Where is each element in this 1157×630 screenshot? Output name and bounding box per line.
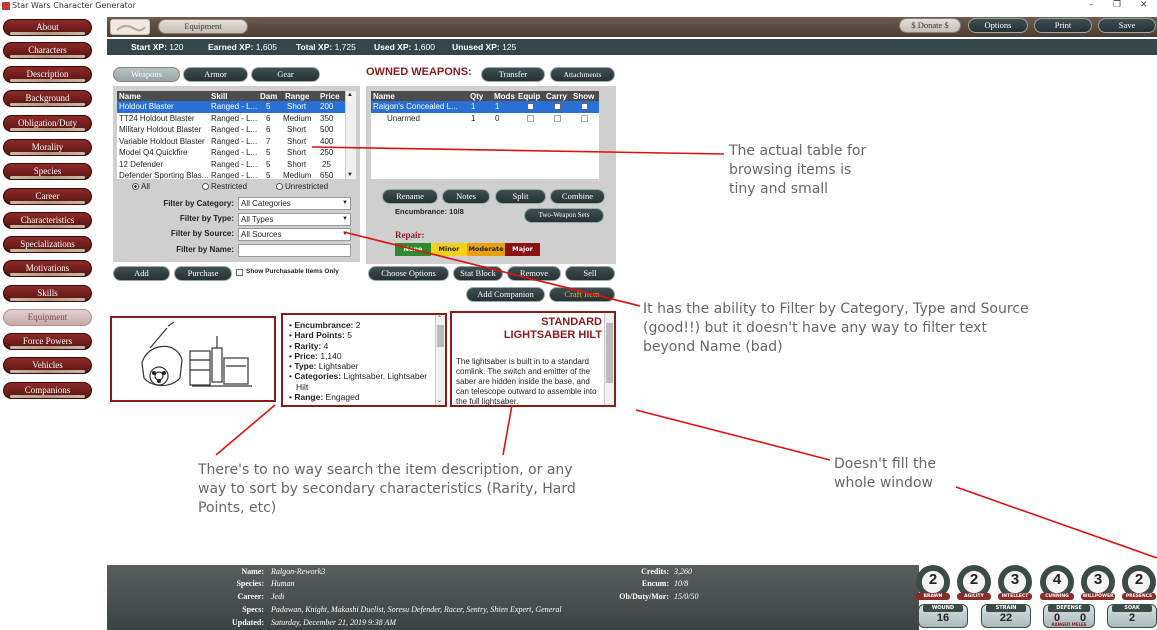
name-label: Name: xyxy=(241,567,264,576)
specs-label: Specs: xyxy=(242,605,264,614)
defense-values: DEFENSE 0 0 RANGED MELEE xyxy=(1043,604,1095,628)
stat-cunning: 4 CUNNING xyxy=(1040,565,1074,600)
stat-agility: 2 AGILITY xyxy=(957,565,991,600)
arrow-tiny-table xyxy=(311,146,725,155)
soak-value: SOAK 2 xyxy=(1107,604,1157,628)
arrow-window-bottom xyxy=(955,486,1157,559)
defense-sublabel: RANGED MELEE xyxy=(1051,622,1087,627)
credits-label: Credits: xyxy=(641,567,669,576)
stat-willpower: 3 WILLPOWER xyxy=(1081,565,1115,600)
character-credits: 3,260 xyxy=(674,567,692,576)
career-label: Career: xyxy=(237,592,265,601)
character-summary-bar: Name: Ralgon-Rework3 Species: Human Care… xyxy=(107,565,919,630)
wound-threshold: WOUND 16 xyxy=(918,604,968,628)
character-species: Human xyxy=(271,579,295,588)
arrow-window-top xyxy=(635,409,831,461)
stat-intellect: 3 INTELLECT xyxy=(998,565,1032,600)
character-obduty: 15/0/50 xyxy=(674,592,699,601)
character-specs: Padawan, Knight, Makashi Duelist, Soresu… xyxy=(271,605,562,614)
stat-presence: 2 PRESENCE xyxy=(1122,565,1156,600)
annotation-arrows xyxy=(215,146,1157,559)
character-encum: 10/8 xyxy=(674,579,689,588)
strain-threshold: STRAIN 22 xyxy=(981,604,1031,628)
character-career: Jedi xyxy=(271,592,285,601)
character-updated: Saturday, December 21, 2019 9:38 AM xyxy=(271,618,397,627)
character-name: Ralgon-Rework3 xyxy=(271,567,326,576)
encum-label: Encum: xyxy=(641,579,669,588)
updated-label: Updated: xyxy=(231,618,264,627)
obduty-label: Ob/Duty/Mor: xyxy=(619,592,669,601)
arrow-stats xyxy=(215,404,276,456)
arrow-filters xyxy=(343,231,641,307)
arrow-description xyxy=(502,404,513,456)
stat-brawn: 2 BRAWN xyxy=(916,565,950,600)
species-label: Species: xyxy=(236,579,264,588)
